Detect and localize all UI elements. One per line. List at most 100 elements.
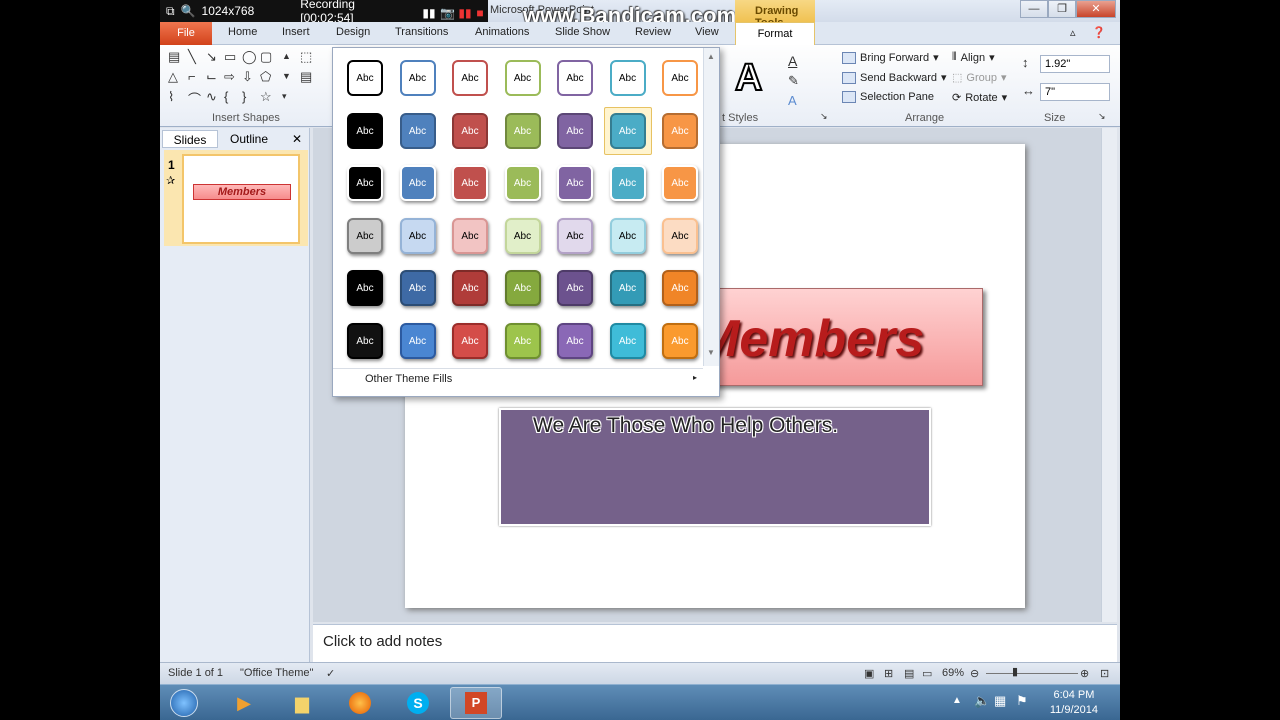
notes-pane[interactable]: Click to add notes (313, 624, 1117, 662)
tab-view[interactable]: View (695, 26, 719, 38)
media-player-icon[interactable]: ▶ (218, 687, 270, 719)
shape-style-item[interactable]: Abc (662, 60, 698, 96)
shape-style-item[interactable]: Abc (504, 270, 541, 306)
shape-style-item[interactable]: Abc (452, 112, 488, 149)
shape-style-item[interactable]: Abc (662, 165, 698, 201)
shape-style-item[interactable]: Abc (452, 322, 488, 359)
shape-style-item[interactable]: Abc (662, 270, 698, 306)
shape-style-item[interactable]: Abc (347, 112, 383, 149)
shape-style-item[interactable]: Abc (609, 217, 646, 254)
shape-style-item[interactable]: Abc (452, 60, 488, 96)
curve-shape-icon[interactable]: ∿ (206, 89, 217, 105)
volume-icon[interactable]: 🔈 (974, 693, 990, 709)
vertical-scrollbar[interactable] (1101, 128, 1117, 622)
zoom-thumb-icon[interactable]: ▮ (1012, 665, 1018, 678)
normal-view-icon[interactable]: ▣ (864, 667, 874, 680)
restore-button[interactable]: ❐ (1048, 0, 1076, 18)
shape-style-item[interactable]: Abc (452, 217, 488, 254)
oval-shape-icon[interactable]: ◯ (242, 49, 257, 65)
fit-slide-icon[interactable]: ⊡ (1100, 667, 1109, 680)
text-effects-icon[interactable]: A (788, 93, 797, 108)
selection-pane-button[interactable]: Selection Pane (842, 91, 934, 103)
firefox-icon[interactable] (334, 687, 386, 719)
slide-sorter-icon[interactable]: ⊞ (884, 667, 893, 680)
shape-style-item[interactable]: Abc (399, 112, 436, 149)
shape-style-item[interactable]: Abc (347, 60, 383, 96)
shapes-scroll-up-icon[interactable]: ▲ (282, 51, 291, 61)
shape-style-item[interactable]: Abc (504, 165, 541, 201)
zoom-out-icon[interactable]: ⊖ (970, 667, 979, 680)
shape-style-item[interactable]: Abc (557, 322, 593, 359)
shape-style-item[interactable]: Abc (609, 112, 646, 149)
close-pane-icon[interactable]: ✕ (288, 130, 306, 148)
text-outline-icon[interactable]: ✎ (788, 73, 799, 89)
arc-shape-icon[interactable]: ⌒ (188, 89, 201, 108)
width-input[interactable]: 7" (1040, 83, 1110, 101)
shape-style-item[interactable]: Abc (609, 60, 646, 96)
shape-style-item[interactable]: Abc (399, 217, 436, 254)
close-button[interactable]: ✕ (1076, 0, 1116, 18)
right-arrow-shape-icon[interactable]: ⇨ (224, 69, 235, 85)
reading-view-icon[interactable]: ▤ (904, 667, 914, 680)
tab-slides[interactable]: Slides (162, 130, 218, 148)
shape-style-item[interactable]: Abc (347, 165, 383, 201)
help-icon[interactable]: ❓ (1092, 26, 1106, 39)
shape-style-item[interactable]: Abc (347, 270, 383, 306)
minimize-button[interactable]: — (1020, 0, 1048, 18)
shape-style-item[interactable]: Abc (452, 165, 488, 201)
shape-style-item[interactable]: Abc (609, 322, 646, 359)
wordart-dialog-launcher-icon[interactable]: ↘ (820, 111, 828, 122)
down-arrow-shape-icon[interactable]: ⇩ (242, 69, 253, 85)
tab-review[interactable]: Review (635, 26, 671, 38)
zoom-level[interactable]: 69% (942, 667, 964, 679)
shape-style-item[interactable]: Abc (347, 322, 383, 359)
file-explorer-icon[interactable]: ▆ (276, 687, 328, 719)
tab-format[interactable]: Format (735, 22, 815, 46)
tab-insert[interactable]: Insert (282, 26, 310, 38)
shape-style-item[interactable]: Abc (609, 270, 646, 306)
start-button-icon[interactable] (162, 687, 206, 719)
bring-forward-button[interactable]: Bring Forward ▾ (842, 51, 939, 64)
shape-style-item[interactable]: Abc (399, 165, 436, 201)
send-backward-button[interactable]: Send Backward ▾ (842, 71, 947, 84)
shape-style-item[interactable]: Abc (557, 270, 593, 306)
text-box-icon[interactable]: ▤ (300, 69, 312, 85)
triangle-shape-icon[interactable]: △ (168, 69, 178, 85)
elbow-connector-shape-icon[interactable]: ⌙ (206, 69, 217, 85)
clock[interactable]: 6:04 PM 11/9/2014 (1050, 688, 1098, 718)
slide-thumbnail[interactable]: Members (182, 154, 300, 244)
shape-style-item[interactable]: Abc (504, 217, 541, 254)
gallery-scrollbar[interactable]: ▲ ▼ (703, 48, 719, 366)
connector-shape-icon[interactable]: ⌐ (188, 69, 196, 84)
powerpoint-taskbar-icon[interactable]: P (450, 687, 502, 719)
size-dialog-launcher-icon[interactable]: ↘ (1098, 111, 1106, 122)
tab-outline[interactable]: Outline (220, 130, 278, 148)
spellcheck-icon[interactable]: ✓ (326, 667, 335, 680)
shape-style-item[interactable]: Abc (557, 217, 593, 254)
shape-style-item[interactable]: Abc (347, 217, 383, 254)
camera-icon[interactable]: 📷 (440, 6, 455, 20)
align-button[interactable]: ⫴ Align ▾ (952, 51, 995, 64)
tray-expand-icon[interactable]: ▲ (952, 695, 962, 706)
shapes-more-icon[interactable]: ▾ (282, 91, 287, 102)
shape-style-item[interactable]: Abc (557, 112, 593, 149)
tab-transitions[interactable]: Transitions (395, 26, 448, 38)
edit-shape-icon[interactable]: ⬚ (300, 49, 312, 65)
zoom-slider[interactable] (986, 673, 1078, 674)
text-fill-icon[interactable]: A (788, 53, 797, 69)
shape-style-item[interactable]: Abc (452, 270, 488, 306)
freeform-shape-icon[interactable]: ⌇ (168, 89, 174, 105)
window-icon[interactable]: ⧉ (166, 4, 175, 19)
pause-icon[interactable]: ▮▮ (422, 6, 435, 20)
tab-slideshow[interactable]: Slide Show (555, 26, 610, 38)
arrow-line-shape-icon[interactable]: ↘ (206, 49, 217, 65)
textbox-shape-icon[interactable]: ▤ (168, 49, 180, 65)
rotate-button[interactable]: ⟳ Rotate ▾ (952, 91, 1007, 105)
wordart-style-icon[interactable]: A (734, 56, 763, 100)
height-input[interactable]: 1.92" (1040, 55, 1110, 73)
shapes-scroll-down-icon[interactable]: ▼ (282, 71, 291, 81)
shape-style-item[interactable]: Abc (662, 217, 698, 254)
ribbon-collapse-icon[interactable]: ▵ (1070, 26, 1076, 39)
title-placeholder[interactable]: Members (703, 288, 983, 386)
gallery-scroll-up-icon[interactable]: ▲ (707, 52, 715, 61)
